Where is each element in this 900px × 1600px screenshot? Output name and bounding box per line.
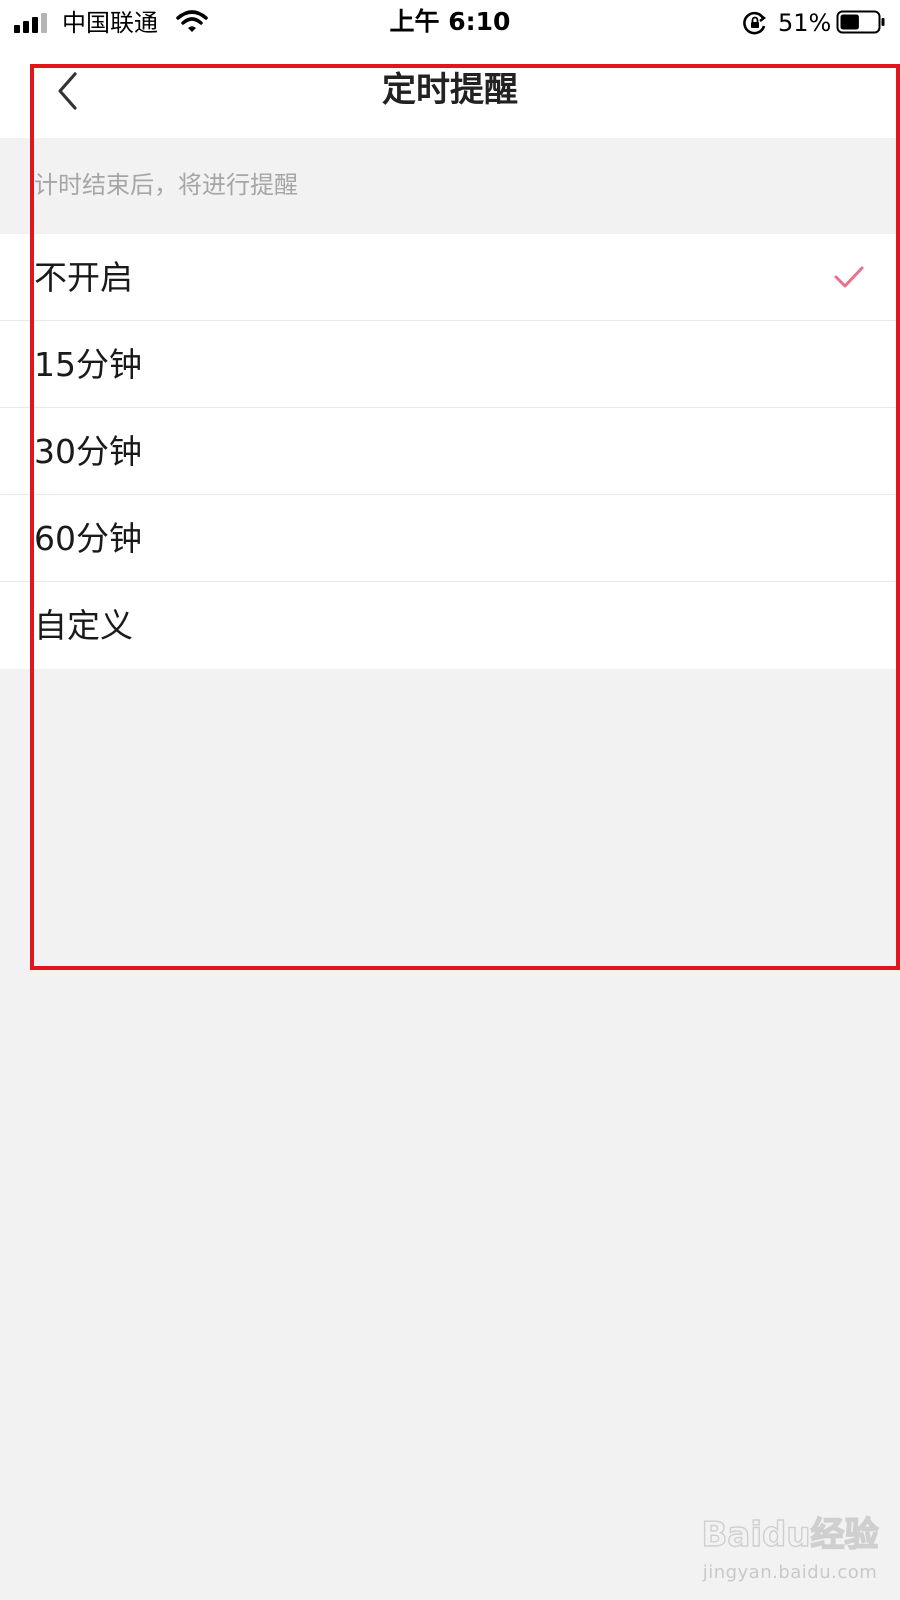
option-label: 自定义 [34,606,133,645]
page-title: 定时提醒 [382,70,518,110]
option-30-minutes[interactable]: 30分钟 [0,408,900,495]
section-hint: 计时结束后，将进行提醒 [34,171,298,199]
option-label: 30分钟 [34,432,142,471]
battery-icon [836,10,885,34]
option-off[interactable]: 不开启 [0,234,900,321]
option-label: 不开启 [34,258,133,297]
baidu-jingyan-logo: Baidu经验 [701,1514,879,1555]
timer-reminder-screen: 中国联通 上午 6:10 51% 定时提醒 计时结束后，将进行提醒 不开启 15… [0,0,900,1600]
checkmark-icon [834,266,864,288]
watermark-url: jingyan.baidu.com [702,1562,878,1583]
option-60-minutes[interactable]: 60分钟 [0,495,900,582]
watermark-logo-text: Baidu经验 [701,1515,878,1555]
option-label: 60分钟 [34,519,142,558]
option-label: 15分钟 [34,345,142,384]
rotation-lock-icon [743,11,766,35]
status-bar: 中国联通 上午 6:10 51% [0,0,900,46]
battery-percentage: 51% [778,9,832,37]
baidu-jingyan-watermark: Baidu经验 jingyan.baidu.com [690,1500,890,1590]
option-15-minutes[interactable]: 15分钟 [0,321,900,408]
navigation-bar: 定时提醒 [0,46,900,138]
option-custom[interactable]: 自定义 [0,582,900,669]
reminder-options-list: 不开启 15分钟 30分钟 60分钟 自定义 [0,234,900,669]
